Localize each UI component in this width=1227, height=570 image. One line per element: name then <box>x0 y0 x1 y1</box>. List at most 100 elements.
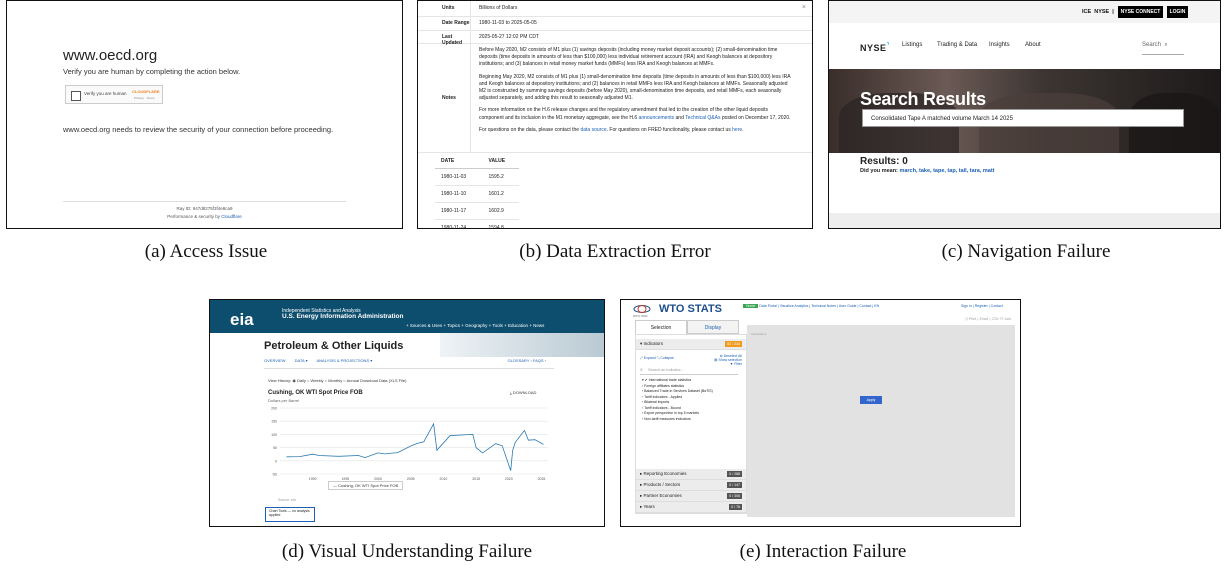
security-review-message: www.oecd.org needs to review the securit… <box>63 125 334 134</box>
performance-credit: Performance & security by Cloudflare <box>7 214 402 219</box>
agency-name: Independent Statistics and Analysis U.S. … <box>282 308 403 320</box>
notes-paragraph: Beginning May 2020, M2 consists of M1 pl… <box>479 73 791 102</box>
page-title: Petroleum & Other Liquids <box>264 340 404 352</box>
cloudflare-links[interactable]: Privacy · Terms <box>134 96 155 100</box>
suggestion-links[interactable]: march, take, tape, tap, tail, tara, matt <box>899 168 994 174</box>
did-you-mean: Did you mean: march, take, tape, tap, ta… <box>860 168 995 174</box>
view-history-options[interactable]: View History: ◉ Daily ○ Weekly ○ Monthly… <box>268 378 406 383</box>
data-source-link[interactable]: data source <box>580 127 606 133</box>
count-badge: 0 / 306 <box>727 493 742 499</box>
account-links[interactable]: Sign In | Register | Contact <box>961 304 1003 308</box>
count-badge: 0 / 288 <box>727 471 742 477</box>
subnav-right-links[interactable]: GLOSSARY › FAQS › <box>507 358 546 363</box>
section-reporting-economies[interactable]: ▸ Reporting Economies 0 / 288 <box>636 469 746 480</box>
column-header-date: DATE <box>435 154 483 169</box>
indicator-tree: ▾ ✔ International trade statistics › For… <box>642 378 713 422</box>
apply-button[interactable]: Apply <box>860 396 882 404</box>
tree-item[interactable]: › Balanced Trade in Services Dataset (Ba… <box>642 389 713 395</box>
screenshot-interaction-failure: WTO OMC WTO STATS Home Data Portal | Vis… <box>620 299 1021 527</box>
screenshot-visual-understanding: eia Independent Statistics and Analysis U… <box>209 299 605 527</box>
column-header-value: VALUE <box>482 154 519 169</box>
tab-display[interactable]: Display <box>687 320 739 334</box>
table-row: 1980-11-24 1594.8 <box>435 219 519 228</box>
wto-stats-title[interactable]: WTO STATS <box>659 303 722 315</box>
nav-insights[interactable]: Insights <box>989 42 1010 48</box>
meta-key: Units <box>442 5 455 11</box>
subnav-overview[interactable]: OVERVIEW <box>264 358 286 363</box>
download-button[interactable]: ⤓ DOWNLOAD <box>510 390 536 395</box>
count-badge: 82 / 243 <box>725 341 742 347</box>
expand-collapse-links[interactable]: ⤢ Expand ⤡ Collapse <box>640 356 674 360</box>
notes-fragment: posted on December 17, 2020. <box>720 114 791 121</box>
y-tick-label: 0 <box>275 459 277 463</box>
meta-key: Date Range <box>442 20 470 26</box>
cell-value: 1594.8 <box>482 219 519 228</box>
tab-bar: Selection Display <box>635 320 739 334</box>
meta-value: Billions of Dollars <box>470 1 812 16</box>
table-row: 1980-11-03 1595.2 <box>435 168 519 186</box>
x-tick-label: 2020 <box>505 477 513 481</box>
tab-selection[interactable]: Selection <box>635 320 687 334</box>
ice-label[interactable]: ICE <box>1082 9 1091 15</box>
nyse-logo[interactable]: NYSE⌝ <box>860 42 890 53</box>
meta-key: Last Updated <box>442 34 462 46</box>
nav-trading-data[interactable]: Trading & Data <box>937 42 977 48</box>
search-link[interactable]: Search ⌕ <box>1142 42 1184 55</box>
eia-header <box>210 300 604 333</box>
verify-instructions: Verify you are human by completing the a… <box>63 67 241 76</box>
notes-fragment: and <box>674 114 686 121</box>
notes-fragment: . <box>742 126 744 133</box>
data-table: DATE VALUE 1980-11-03 1595.2 1980-11-10 16… <box>435 154 519 228</box>
logo-accent-icon: ⌝ <box>886 43 890 49</box>
announcements-link[interactable]: announcements <box>639 115 675 121</box>
agency-title: U.S. Energy Information Administration <box>282 313 404 320</box>
top-nav[interactable]: + Sources & Uses + Topics + Geography + … <box>406 323 544 328</box>
count-badge: 0 / 147 <box>727 482 742 488</box>
tree-item[interactable]: › Non-tariff measures indicators <box>642 417 713 423</box>
y-tick-label: 50 <box>273 446 277 450</box>
login-button[interactable]: LOGIN <box>1167 6 1188 18</box>
portal-links[interactable]: Data Portal | Visualize Analytics | Tech… <box>759 304 879 308</box>
search-query-field[interactable]: Consolidated Tape A matched volume March… <box>862 109 1184 127</box>
nyse-connect-button[interactable]: NYSE CONNECT <box>1118 6 1163 18</box>
section-products-sectors[interactable]: ▸ Products / Sectors 0 / 147 <box>636 480 746 491</box>
section-indicators[interactable]: ▾ Indicators 82 / 243 <box>636 339 746 350</box>
cloudflare-logo: CLOUDFLARE <box>132 89 160 94</box>
home-link[interactable]: Home <box>743 304 759 308</box>
series-title: Cushing, OK WTI Spot Price FOB <box>268 390 363 396</box>
captcha-checkbox[interactable] <box>71 91 81 101</box>
captcha-widget[interactable]: Verify you are human CLOUDFLARE Privacy … <box>65 85 163 104</box>
meta-row-notes: Notes Before May 2020, M2 consists of M1… <box>418 43 812 153</box>
section-years[interactable]: ▸ Years 0 / 78 <box>636 502 746 513</box>
y-tick-label: 100 <box>271 433 277 437</box>
footer-divider <box>63 201 346 202</box>
cell-date: 1980-11-03 <box>435 168 483 186</box>
sub-nav: OVERVIEW DATA ▾ ANALYSIS & PROJECTIONS ▾… <box>264 358 554 369</box>
x-tick-label: 2015 <box>472 477 480 481</box>
subnav-data[interactable]: DATA ▾ <box>295 358 308 363</box>
eia-logo[interactable]: eia <box>230 310 254 330</box>
footer-band <box>829 213 1220 228</box>
notes-fragment: . For questions on FRED functionality, p… <box>606 126 733 133</box>
nyse-small-label[interactable]: NYSE <box>1094 9 1109 15</box>
nav-listings[interactable]: Listings <box>902 42 922 48</box>
chart-legend: — Cushing, OK WTI Spot Price FOB <box>328 481 404 490</box>
selection-actions[interactable]: ⊗ Deselect All ▤ Show selection ▼ Filter <box>714 354 742 366</box>
nav-about[interactable]: About <box>1025 42 1041 48</box>
chart-tools-select[interactable]: Chart Tools — no analysis applied <box>265 507 315 522</box>
section-label: Years <box>643 504 655 509</box>
cloudflare-link[interactable]: Cloudflare <box>221 214 242 219</box>
indicator-search-input[interactable]: Search an indicator... <box>640 366 738 375</box>
captcha-label: Verify you are human <box>84 91 127 96</box>
results-count: Results: 0 <box>860 156 908 167</box>
x-tick-label: 1990 <box>309 477 317 481</box>
subnav-analysis[interactable]: ANALYSIS & PROJECTIONS ▾ <box>317 358 373 363</box>
contact-here-link[interactable]: here <box>732 127 742 133</box>
meta-row-date-range: Date Range 1980-11-03 to 2025-05-05 <box>418 16 812 31</box>
header-banner-image <box>440 333 604 357</box>
x-tick-label: 2005 <box>407 477 415 481</box>
technical-qa-link[interactable]: Technical Q&As <box>685 115 720 121</box>
search-label: Search <box>1142 42 1162 48</box>
export-toolbar[interactable]: ⎙ Print ⤓ Excel ⤓ CSV ⟳ Link <box>747 317 1015 325</box>
section-partner-economies[interactable]: ▸ Partner Economies 0 / 306 <box>636 491 746 502</box>
